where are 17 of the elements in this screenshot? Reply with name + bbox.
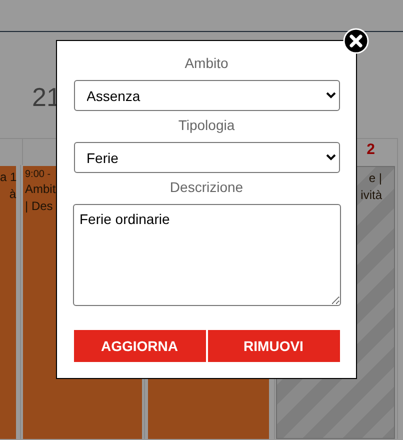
field-label: Ambito — [184, 54, 228, 73]
action-button[interactable]: AGGIORNA — [74, 330, 206, 362]
day-number: 2 — [366, 141, 375, 158]
event-time: 9:00 - — [25, 169, 51, 181]
dropdown[interactable]: Ferie — [74, 142, 340, 173]
event-text: e | — [368, 170, 382, 187]
day-number: 21 — [32, 82, 61, 112]
field-label: Tipologia — [178, 116, 235, 135]
action-button[interactable]: RIMUOVI — [208, 330, 340, 362]
event-text: à — [9, 186, 16, 203]
event-text: ività — [360, 187, 382, 204]
description-field[interactable]: Ferie ordinarie — [72, 204, 340, 306]
close-icon[interactable] — [343, 28, 369, 54]
field-label: Descrizione — [170, 178, 244, 197]
dropdown[interactable]: Assenza — [74, 80, 340, 111]
event-text: Ambit — [25, 181, 56, 198]
event-text: | Des — [25, 198, 53, 215]
